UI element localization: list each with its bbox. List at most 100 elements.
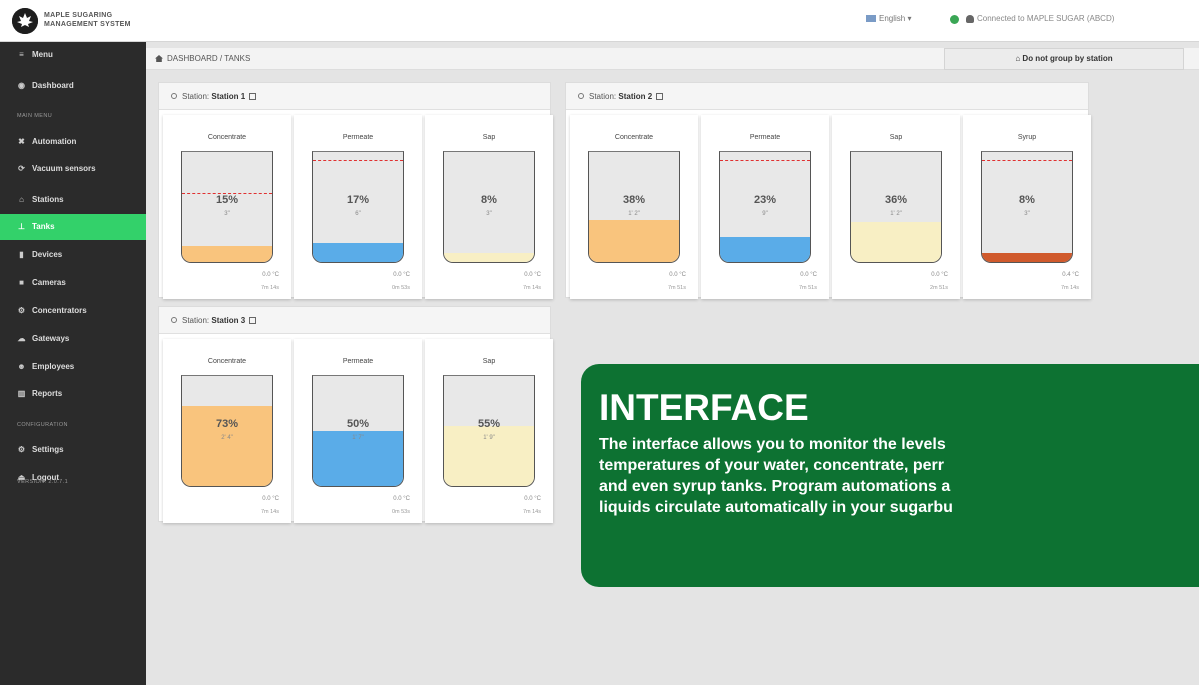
gateway-icon: ☁ xyxy=(17,334,26,343)
tank-card[interactable]: Sap 8% 3" 0.0 °C 7m 14s xyxy=(425,115,553,299)
sidebar-item-label: Settings xyxy=(32,445,64,454)
tank-card[interactable]: Concentrate 15% 3" 0.0 °C 7m 14s xyxy=(163,115,291,299)
tank-name: Sap xyxy=(482,358,496,365)
tank-height: 1' 2" xyxy=(890,211,902,217)
station-header[interactable]: Station: Station 3 xyxy=(159,307,550,334)
connection-status[interactable]: Connected to MAPLE SUGAR (ABCD) xyxy=(966,14,1114,23)
tank-gauge: 38% 1' 2" xyxy=(588,151,680,263)
tank-last-update: 7m 14s xyxy=(522,509,541,515)
tank-fill-level xyxy=(444,253,534,262)
tank-temperature: 0.0 °C xyxy=(262,496,279,502)
overlay-body: The interface allows you to monitor the … xyxy=(599,434,1199,518)
menu-icon: ≡ xyxy=(19,50,24,59)
tank-last-update: 7m 14s xyxy=(260,285,279,291)
tank-gauge: 15% 3" xyxy=(181,151,273,263)
group-by-station-button[interactable]: ⌂ Do not group by station xyxy=(944,48,1184,70)
tank-gauge: 36% 1' 2" xyxy=(850,151,942,263)
breadcrumb[interactable]: DASHBOARD / TANKS xyxy=(155,54,250,63)
version-label: VERSION: 2.0.7.1 xyxy=(17,479,69,485)
external-link-icon[interactable] xyxy=(656,93,664,100)
sidebar-item-logout[interactable]: ⏏ Logout xyxy=(0,465,146,491)
connection-status-icon xyxy=(950,15,959,24)
tank-fill-level xyxy=(851,222,941,262)
breadcrumb-label: DASHBOARD / TANKS xyxy=(167,54,251,63)
sidebar-section-label: CONFIGURATION xyxy=(17,422,68,428)
tank-height: 6" xyxy=(355,211,361,217)
tank-last-update: 7m 14s xyxy=(260,509,279,515)
tank-card[interactable]: Syrup 8% 3" 0.4 °C 7m 14s xyxy=(963,115,1091,299)
sidebar-item-cameras[interactable]: ■ Cameras xyxy=(0,270,146,296)
tank-height: 1' 7" xyxy=(352,435,364,441)
settings-icon: ⚙ xyxy=(17,445,26,454)
tank-name: Sap xyxy=(482,134,496,141)
home-icon xyxy=(155,55,163,62)
sidebar-item-devices[interactable]: ▮ Devices xyxy=(0,242,146,268)
tank-limit-line xyxy=(313,159,403,161)
tank-last-update: 0m 53s xyxy=(391,285,410,291)
tank-card[interactable]: Permeate 23% 9" 0.0 °C 7m 51s xyxy=(701,115,829,299)
tank-name: Permeate xyxy=(342,358,374,365)
tank-gauge: 55% 1' 9" xyxy=(443,375,535,487)
tank-percent: 38% xyxy=(622,194,646,206)
tank-card[interactable]: Concentrate 38% 1' 2" 0.0 °C 7m 51s xyxy=(570,115,698,299)
sidebar-item-tanks[interactable]: ⊥ Tanks xyxy=(0,214,146,240)
sidebar-item-reports[interactable]: ▥ Reports xyxy=(0,381,146,407)
sidebar-item-label: Menu xyxy=(32,50,53,59)
tank-fill-level xyxy=(182,245,272,262)
tank-gauge: 17% 6" xyxy=(312,151,404,263)
tank-height: 3" xyxy=(224,211,230,217)
employees-icon: ☻ xyxy=(17,362,26,371)
overlay-line: liquids circulate automatically in your … xyxy=(599,499,953,516)
sidebar-item-settings[interactable]: ⚙ Settings xyxy=(0,437,146,463)
external-link-icon[interactable] xyxy=(249,93,257,100)
top-bar: MAPLE SUGARING MANAGEMENT SYSTEM English… xyxy=(0,0,1199,42)
tank-last-update: 7m 51s xyxy=(667,285,686,291)
sidebar-item-label: Tanks xyxy=(32,222,55,231)
sidebar-item-label: Gateways xyxy=(32,334,70,343)
tank-temperature: 0.0 °C xyxy=(669,272,686,278)
language-selector[interactable]: English ▾ xyxy=(866,14,912,23)
tank-percent: 8% xyxy=(1019,194,1035,206)
concentrator-icon: ⚙ xyxy=(17,306,26,315)
sidebar-item-label: Devices xyxy=(32,250,63,259)
sidebar-item-label: Stations xyxy=(32,195,64,204)
logo[interactable] xyxy=(12,8,38,34)
maple-leaf-icon xyxy=(12,8,38,34)
sidebar-item-dashboard[interactable]: ◉ Dashboard xyxy=(0,73,146,99)
tank-name: Concentrate xyxy=(207,358,247,365)
tank-fill-level xyxy=(982,253,1072,262)
overlay-line: temperatures of your water, concentrate,… xyxy=(599,457,944,474)
station-header[interactable]: Station: Station 2 xyxy=(566,83,1088,110)
tank-card[interactable]: Concentrate 73% 2' 4" 0.0 °C 7m 14s xyxy=(163,339,291,523)
dashboard-icon: ◉ xyxy=(18,81,25,90)
flag-icon xyxy=(866,15,876,23)
sidebar-item-label: Automation xyxy=(32,137,77,146)
user-icon xyxy=(966,14,974,23)
tank-height: 2' 4" xyxy=(221,435,233,441)
sidebar-item-employees[interactable]: ☻ Employees xyxy=(0,354,146,380)
sidebar-item-vacuum-sensors[interactable]: ⟳ Vacuum sensors xyxy=(0,156,146,182)
logout-icon: ⏏ xyxy=(17,473,26,482)
tank-card[interactable]: Permeate 50% 1' 7" 0.0 °C 0m 53s xyxy=(294,339,422,523)
tank-limit-line xyxy=(982,159,1072,161)
external-link-icon[interactable] xyxy=(249,317,257,324)
overlay-title: INTERFACE xyxy=(599,387,809,428)
tank-gauge: 23% 9" xyxy=(719,151,811,263)
brand-line-2: MANAGEMENT SYSTEM xyxy=(44,21,131,28)
sidebar-item-menu[interactable]: ≡ Menu xyxy=(0,42,146,68)
vacuum-icon: ⟳ xyxy=(18,164,25,173)
station-header[interactable]: Station: Station 1 xyxy=(159,83,550,110)
tank-card[interactable]: Sap 36% 1' 2" 0.0 °C 2m 51s xyxy=(832,115,960,299)
overlay-line: The interface allows you to monitor the … xyxy=(599,436,946,453)
tank-temperature: 0.0 °C xyxy=(524,272,541,278)
sidebar-item-automation[interactable]: ✖ Automation xyxy=(0,129,146,155)
tank-card[interactable]: Sap 55% 1' 9" 0.0 °C 7m 14s xyxy=(425,339,553,523)
map-marker-icon xyxy=(578,93,584,99)
tank-name: Concentrate xyxy=(614,134,654,141)
sidebar-item-stations[interactable]: ⌂ Stations xyxy=(0,187,146,213)
tank-card[interactable]: Permeate 17% 6" 0.0 °C 0m 53s xyxy=(294,115,422,299)
tank-name: Concentrate xyxy=(207,134,247,141)
sidebar-item-gateways[interactable]: ☁ Gateways xyxy=(0,326,146,352)
sidebar-item-concentrators[interactable]: ⚙ Concentrators xyxy=(0,298,146,324)
tank-name: Permeate xyxy=(749,134,781,141)
